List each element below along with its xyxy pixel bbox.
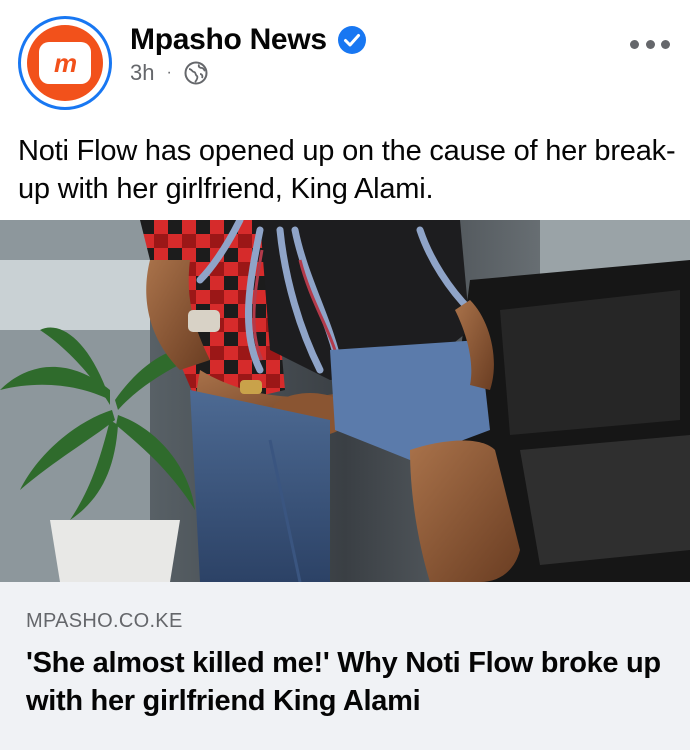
feed-post: m Mpasho News 3h · Noti Flow has opened … <box>0 0 690 750</box>
more-dot <box>661 39 670 49</box>
page-name[interactable]: Mpasho News <box>130 23 327 57</box>
globe-icon[interactable] <box>184 61 208 85</box>
more-dot <box>645 39 655 49</box>
mpasho-logo: m <box>39 42 91 84</box>
post-text: Noti Flow has opened up on the cause of … <box>18 135 676 205</box>
post-photo <box>0 220 690 582</box>
post-image[interactable] <box>0 220 690 582</box>
avatar-logo-background: m <box>27 25 103 101</box>
post-timestamp[interactable]: 3h <box>130 60 154 86</box>
more-dot <box>630 39 639 49</box>
more-options-icon[interactable] <box>630 36 670 52</box>
link-preview-card[interactable]: MPASHO.CO.KE 'She almost killed me!' Why… <box>0 582 690 750</box>
verified-badge-icon <box>337 25 367 55</box>
meta-separator: · <box>166 64 172 81</box>
page-name-row: Mpasho News <box>130 20 367 60</box>
page-avatar[interactable]: m <box>18 16 112 110</box>
post-header: m Mpasho News 3h · <box>0 0 690 120</box>
link-domain: MPASHO.CO.KE <box>26 610 183 632</box>
post-meta: 3h · <box>130 58 208 88</box>
link-title[interactable]: 'She almost killed me!' Why Noti Flow br… <box>26 644 666 720</box>
